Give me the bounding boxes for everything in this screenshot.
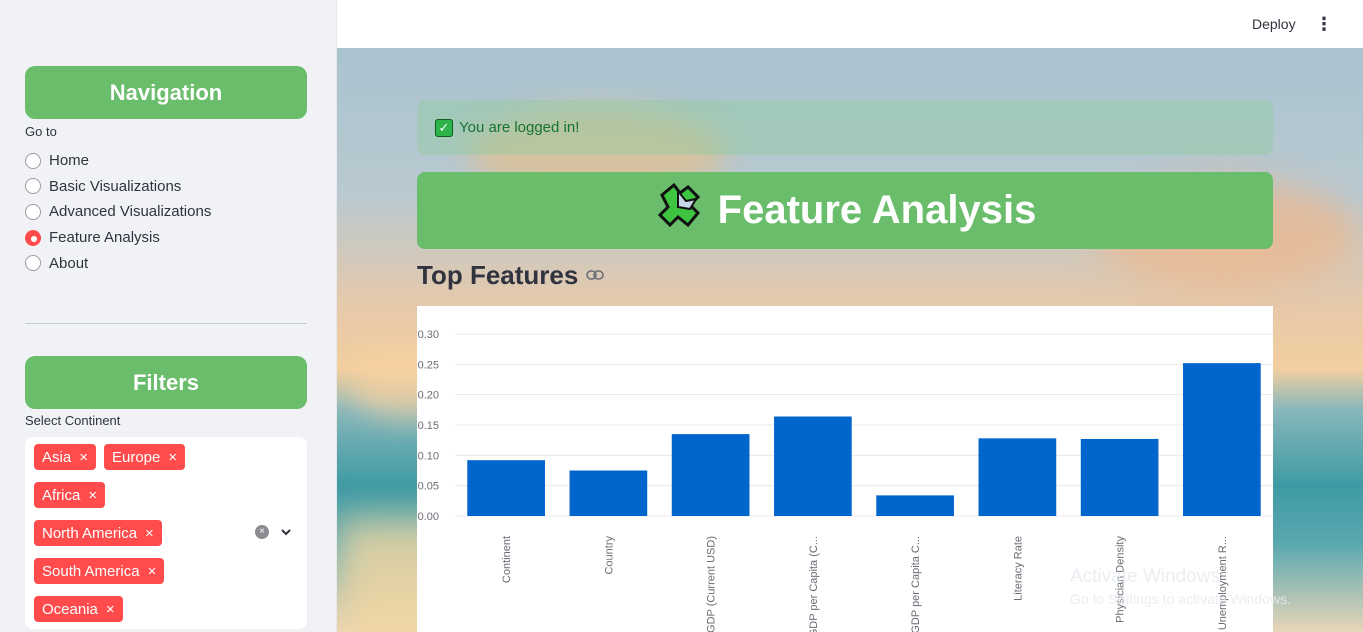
chip-remove-icon[interactable]: × (145, 525, 154, 542)
radio-option-label: About (49, 254, 89, 272)
chip-remove-icon[interactable]: × (106, 601, 115, 618)
section-title-text: Top Features (417, 260, 579, 290)
radio-option-basic-visualizations[interactable]: Basic Visualizations (25, 174, 211, 200)
radio-option-home[interactable]: Home (25, 148, 211, 174)
main-menu-icon[interactable]: ⋮ (1315, 14, 1333, 34)
puzzle-icon (654, 181, 704, 241)
chip-label: Europe (112, 448, 161, 466)
bar[interactable] (876, 495, 954, 516)
chip-label: Oceania (42, 600, 98, 618)
bar[interactable] (467, 460, 545, 516)
section-title: Top Features (417, 260, 605, 291)
bar[interactable] (671, 434, 750, 516)
page-title-banner: Feature Analysis (417, 172, 1273, 249)
radio-option-label: Basic Visualizations (49, 177, 182, 195)
page-title: Feature Analysis (717, 188, 1037, 232)
chip-label: Asia (42, 448, 72, 466)
y-tick-label: 0.30 (418, 329, 439, 341)
success-alert: ✓ You are logged in! (417, 100, 1273, 155)
chip-africa: Africa × (34, 482, 106, 508)
main-content: ✓ You are logged in! Feature Analysis To… (337, 48, 1363, 632)
chip-north-america: North America × (34, 520, 162, 546)
chip-remove-icon[interactable]: × (79, 449, 88, 466)
radio-option-label: Advanced Visualizations (49, 203, 212, 221)
x-tick-label: Continent (501, 536, 513, 583)
bar[interactable] (1080, 438, 1159, 516)
bar[interactable] (978, 438, 1057, 516)
bar[interactable] (774, 416, 852, 516)
bar[interactable] (1183, 363, 1261, 516)
check-icon: ✓ (435, 118, 453, 137)
sidebar-divider (25, 323, 307, 324)
chip-europe: Europe × (104, 444, 186, 470)
radio-option-about[interactable]: About (25, 250, 211, 276)
continent-select-label: Select Continent (25, 413, 121, 428)
clear-selection-icon[interactable]: × (255, 525, 269, 539)
success-message: You are logged in! (459, 119, 580, 136)
chip-remove-icon[interactable]: × (148, 563, 157, 580)
radio-button-icon[interactable] (25, 229, 41, 246)
y-tick-label: 0.25 (418, 359, 439, 371)
bar[interactable] (569, 470, 648, 517)
radio-option-label: Feature Analysis (49, 229, 160, 247)
radio-button-icon[interactable] (25, 178, 41, 195)
goto-label: Go to (25, 124, 57, 139)
x-tick-label: GDP (Current USD) (706, 536, 718, 632)
x-tick-label: Literacy Rate (1012, 536, 1024, 601)
y-tick-label: 0.15 (418, 420, 439, 432)
radio-option-label: Home (49, 152, 90, 170)
radio-button-icon[interactable] (25, 255, 41, 272)
chip-oceania: Oceania × (34, 596, 123, 622)
radio-option-advanced-visualizations[interactable]: Advanced Visualizations (25, 199, 211, 225)
chip-label: South America (42, 562, 140, 580)
chip-label: North America (42, 524, 138, 542)
activate-windows-subtitle: Go to Settings to activate Windows. (1070, 591, 1291, 607)
filters-header: Filters (25, 356, 307, 409)
y-tick-label: 0.05 (418, 481, 439, 493)
x-tick-label: GDP per Capita (C... (808, 536, 820, 632)
chip-asia: Asia × (34, 444, 96, 470)
y-tick-label: 0.20 (418, 390, 439, 402)
sidebar: Navigation Go to Home Basic Visualization… (0, 0, 337, 632)
radio-option-feature-analysis[interactable]: Feature Analysis (25, 225, 211, 251)
page-radio-group: Home Basic Visualizations Advanced Visuali… (25, 148, 211, 276)
x-tick-label: Country (603, 536, 615, 575)
deploy-button[interactable]: Deploy (1252, 16, 1296, 32)
chevron-down-icon[interactable] (279, 523, 293, 541)
top-bar: Deploy ⋮ (337, 0, 1363, 48)
chip-label: Africa (42, 486, 81, 504)
radio-button-icon[interactable] (25, 203, 41, 220)
y-tick-label: 0.10 (418, 450, 439, 462)
y-tick-label: 0.00 (418, 511, 439, 523)
radio-button-icon[interactable] (25, 152, 41, 169)
continent-multiselect[interactable]: × Asia × Europe × Africa × North America × South… (25, 437, 307, 629)
chip-south-america: South America × (34, 558, 165, 584)
activate-windows-title: Activate Windows (1070, 566, 1220, 587)
navigation-header: Navigation (25, 66, 307, 119)
chip-remove-icon[interactable]: × (168, 449, 177, 466)
link-icon[interactable] (586, 265, 605, 286)
x-tick-label: GDP per Capita C... (910, 536, 922, 632)
chip-remove-icon[interactable]: × (88, 487, 97, 504)
